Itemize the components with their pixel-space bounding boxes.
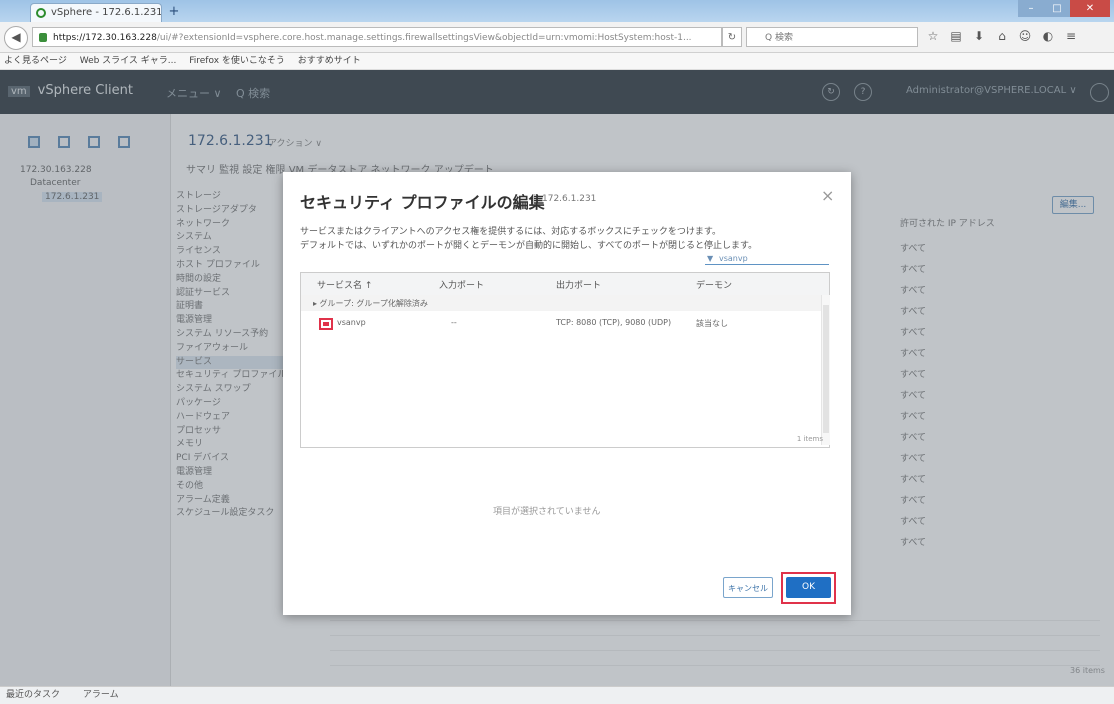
lock-icon <box>39 33 47 42</box>
alarms-tab[interactable]: アラーム <box>83 690 119 700</box>
new-tab-button[interactable]: + <box>166 5 182 19</box>
dialog-host: 172.6.1.231 <box>533 194 596 204</box>
filter-input[interactable]: ▼ vsanvp <box>705 252 829 265</box>
services-grid: サービス名 ↑ 入力ポート 出力ポート デーモン ▸ グループ: グループ化解除… <box>300 272 830 448</box>
window-controls: – □ ✕ <box>1018 0 1110 17</box>
bookmark-item[interactable]: Web スライス ギャラ... <box>80 56 177 66</box>
col-incoming-ports[interactable]: 入力ポート <box>439 278 484 291</box>
browser-tab-bar: vSphere - 172.6.1.231 - … × + – □ ✕ <box>0 0 1114 22</box>
group-label: ▸ グループ: グループ化解除済み <box>313 299 428 308</box>
dialog-description-1: サービスまたはクライアントへのアクセス権を提供するには、対応するボックスにチェッ… <box>300 227 722 237</box>
star-icon[interactable]: ☆ <box>926 29 940 43</box>
cancel-button[interactable]: キャンセル <box>723 577 773 598</box>
maximize-icon[interactable]: □ <box>1044 0 1070 17</box>
reload-icon[interactable]: ↻ <box>722 27 742 47</box>
table-row[interactable]: vsanvp -- TCP: 8080 (TCP), 9080 (UDP) 該当… <box>301 313 811 330</box>
row-checkbox[interactable] <box>319 318 333 330</box>
sync-icon[interactable]: ☺ <box>1018 29 1032 43</box>
col-outgoing-ports[interactable]: 出力ポート <box>556 278 601 291</box>
browser-tab-title: vSphere - 172.6.1.231 - … × <box>51 7 162 18</box>
bookmark-item[interactable]: Firefox を使いこなそう <box>189 56 285 66</box>
library-icon[interactable]: ▤ <box>949 29 963 43</box>
bookmark-item[interactable]: おすすめサイト <box>298 56 361 66</box>
browser-tab[interactable]: vSphere - 172.6.1.231 - … × <box>30 3 162 22</box>
vsphere-favicon-icon <box>36 8 46 18</box>
minimize-icon[interactable]: – <box>1018 0 1044 17</box>
url-host: https://172.30.163.228 <box>53 33 157 43</box>
dialog-title: セキュリティ プロファイルの編集 <box>300 193 545 212</box>
close-window-icon[interactable]: ✕ <box>1070 0 1110 17</box>
filter-icon: ▼ <box>707 254 714 263</box>
ok-button[interactable]: OK <box>786 577 831 598</box>
outgoing-ports: TCP: 8080 (TCP), 9080 (UDP) <box>556 318 672 327</box>
no-selection-text: 項目が選択されていません <box>493 507 601 517</box>
url-path: /ui/#?extensionId=vsphere.core.host.mana… <box>156 33 692 43</box>
col-service-name[interactable]: サービス名 ↑ <box>317 278 372 291</box>
download-icon[interactable]: ⬇ <box>972 29 986 43</box>
incoming-ports: -- <box>451 318 457 327</box>
close-icon[interactable]: × <box>821 186 834 205</box>
daemon-status: 該当なし <box>696 319 728 328</box>
grid-footer: 1 items <box>796 435 823 443</box>
pocket-icon[interactable]: ◐ <box>1041 29 1055 43</box>
bookmark-item[interactable]: よく見るページ <box>4 56 67 66</box>
home-icon[interactable]: ⌂ <box>995 29 1009 43</box>
col-daemon[interactable]: デーモン <box>696 278 732 291</box>
dialog-description-2: デフォルトでは、いずれかのポートが開くとデーモンが自動的に開始し、すべてのポート… <box>300 241 758 251</box>
filter-value: vsanvp <box>719 254 748 263</box>
recent-tasks-tab[interactable]: 最近のタスク <box>6 690 60 700</box>
grid-scrollbar[interactable] <box>821 295 830 445</box>
grid-header: サービス名 ↑ 入力ポート 出力ポート デーモン <box>301 273 829 296</box>
browser-search-text: Q 検索 <box>765 33 793 43</box>
bookmarks-bar: よく見るページ Web スライス ギャラ... Firefox を使いこなそう … <box>0 53 1114 70</box>
status-bar: 最近のタスク アラーム <box>0 686 1114 704</box>
navigation-bar: ◀ https://172.30.163.228/ui/#?extensionI… <box>0 22 1114 53</box>
service-name: vsanvp <box>337 318 366 327</box>
back-button[interactable]: ◀ <box>4 26 28 50</box>
browser-search-input[interactable]: Q 検索 <box>746 27 918 47</box>
hamburger-menu-icon[interactable]: ≡ <box>1064 29 1078 43</box>
group-row[interactable]: ▸ グループ: グループ化解除済み <box>301 295 829 311</box>
address-bar[interactable]: https://172.30.163.228/ui/#?extensionId=… <box>32 27 722 47</box>
browser-toolbar-icons: ☆ ▤ ⬇ ⌂ ☺ ◐ ≡ <box>926 29 1078 43</box>
edit-security-profile-dialog: セキュリティ プロファイルの編集 172.6.1.231 × サービスまたはクラ… <box>283 172 851 615</box>
